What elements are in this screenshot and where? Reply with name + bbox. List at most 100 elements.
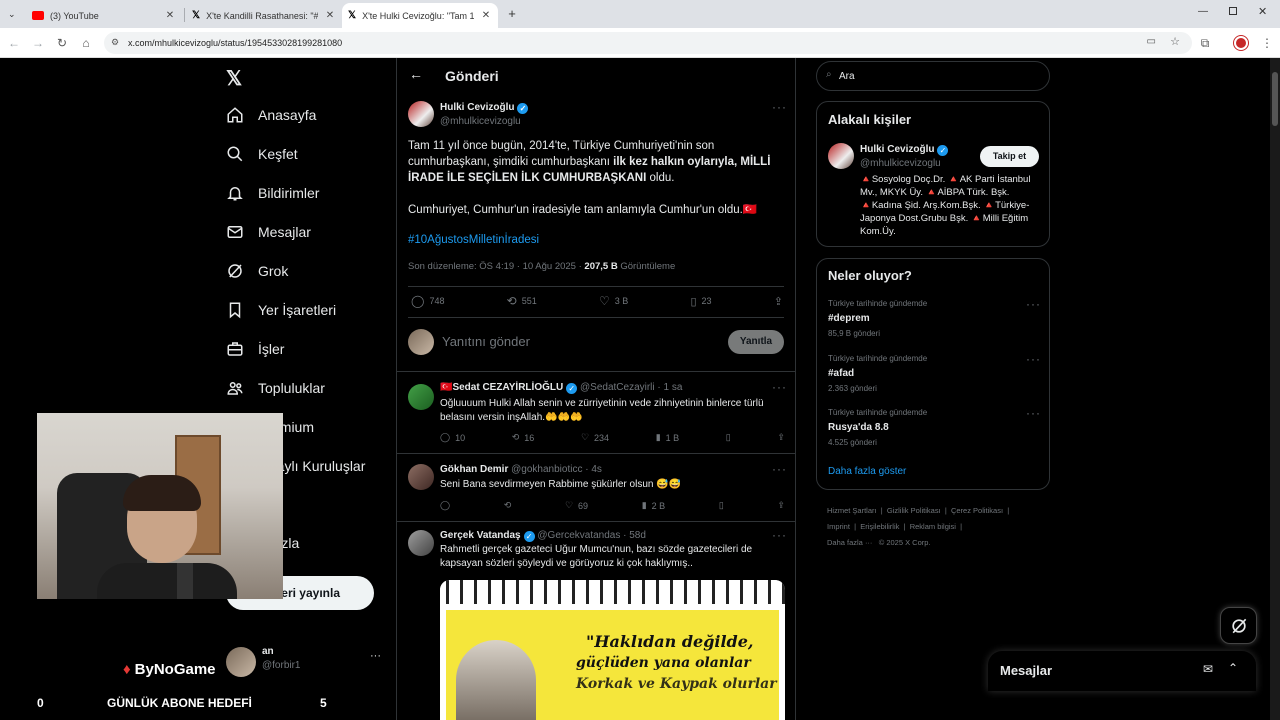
share-button[interactable]: ⇪ <box>774 295 783 308</box>
trend-item[interactable]: Türkiye tarihinde gündemde Rusya'da 8.8 … <box>828 408 927 447</box>
sidebar-item-explore[interactable]: Keşfet <box>226 139 298 169</box>
profile-avatar[interactable] <box>1234 36 1248 50</box>
avatar[interactable] <box>408 101 434 127</box>
sidebar-item-jobs[interactable]: İşler <box>226 334 284 364</box>
reply-handle[interactable]: @SedatCezayirli <box>580 382 655 393</box>
back-arrow-icon[interactable]: ← <box>409 66 423 82</box>
close-tab-icon[interactable]: ✕ <box>324 10 336 21</box>
more-dots-icon[interactable]: ··· <box>772 528 787 542</box>
reply-image[interactable]: "Haklıdan değilde, güçlüden yana olanlar… <box>440 580 785 720</box>
reply-button[interactable]: ◯ 10 <box>440 432 465 443</box>
avatar[interactable] <box>408 530 434 556</box>
bookmark-button[interactable]: ▯ <box>719 500 724 511</box>
avatar[interactable] <box>828 143 854 169</box>
bookmark-star-icon[interactable]: ☆ <box>1170 35 1180 48</box>
reply-handle[interactable]: @gokhanbioticc <box>511 464 582 475</box>
post-handle[interactable]: @mhulkicevizoglu <box>440 116 521 127</box>
scrollbar-thumb[interactable] <box>1272 72 1278 126</box>
footer-link[interactable]: Gizlilik Politikası <box>887 506 941 515</box>
close-tab-icon[interactable]: ✕ <box>164 10 176 21</box>
install-app-icon[interactable]: ▭ <box>1147 36 1156 47</box>
tab-hulki-post[interactable]: 𝕏 X'te Hulki Cevizoğlu: "Tam 11 yıl ✕ <box>342 3 498 28</box>
more-dots-icon[interactable]: ··· <box>1026 297 1041 311</box>
footer-link[interactable]: Erişilebilirlik <box>860 522 899 531</box>
share-button[interactable]: ⇪ <box>777 432 785 443</box>
maximize-button[interactable] <box>1229 7 1237 15</box>
avatar[interactable] <box>408 464 434 490</box>
reply-time[interactable]: · 4s <box>585 464 602 475</box>
reply-time[interactable]: · 1 sa <box>657 382 682 393</box>
sidebar-item-messages[interactable]: Mesajlar <box>226 217 311 247</box>
reply-button[interactable]: ◯ 748 <box>411 294 444 308</box>
repost-button[interactable]: ⟲ <box>504 500 512 511</box>
sidebar-item-notifications[interactable]: Bildirimler <box>226 178 319 208</box>
reply-author[interactable]: Gerçek Vatandaş <box>440 530 521 541</box>
reply-author[interactable]: Gökhan Demir <box>440 464 508 475</box>
more-dots-icon[interactable]: ··· <box>772 462 787 476</box>
sidebar-item-bookmarks[interactable]: Yer İşaretleri <box>226 295 336 325</box>
footer-link[interactable]: Imprint <box>827 522 850 531</box>
sidebar-item-communities[interactable]: Topluluklar <box>226 373 325 403</box>
close-window-button[interactable]: ✕ <box>1258 5 1267 18</box>
reply-item[interactable]: Gökhan Demir @gokhanbioticc · 4s ··· Sen… <box>397 453 795 521</box>
address-bar[interactable]: ⚙ x.com/mhulkicevizoglu/status/195453302… <box>104 32 1192 54</box>
page-scrollbar[interactable] <box>1270 58 1280 720</box>
like-button[interactable]: ♡ 3 B <box>599 294 628 308</box>
footer-link[interactable]: Daha fazla ··· <box>827 538 872 547</box>
hashtag-link[interactable]: #10AğustosMilletinİradesi <box>408 234 539 246</box>
sidebar-item-home[interactable]: Anasayfa <box>226 100 316 130</box>
messages-dock[interactable]: Mesajlar ✉ ⌃ <box>988 651 1256 691</box>
sidebar-item-grok[interactable]: Grok <box>226 256 288 286</box>
repost-button[interactable]: ⟲ 16 <box>512 432 535 443</box>
forward-icon[interactable]: → <box>30 35 46 51</box>
more-dots-icon[interactable]: ··· <box>1026 406 1041 420</box>
reply-submit-button[interactable]: Yanıtla <box>728 330 784 354</box>
trend-item[interactable]: Türkiye tarihinde gündemde #deprem 85,9 … <box>828 299 927 338</box>
related-name[interactable]: Hulki Cevizoğlu <box>860 144 934 155</box>
new-tab-button[interactable]: + <box>503 5 521 23</box>
reload-icon[interactable]: ↻ <box>54 35 70 51</box>
new-message-icon[interactable]: ✉ <box>1203 662 1213 676</box>
reply-handle[interactable]: @Gercekvatandas <box>537 530 620 541</box>
tab-kandilli[interactable]: 𝕏 X'te Kandilli Rasathanesi: "#DEPREM ✕ <box>186 3 342 28</box>
reply-time[interactable]: · 58d <box>623 530 646 541</box>
tab-list-dropdown-icon[interactable]: ⌄ <box>8 9 16 20</box>
minimize-button[interactable]: — <box>1198 6 1208 17</box>
follow-button[interactable]: Takip et <box>980 146 1039 167</box>
like-button[interactable]: ♡ 234 <box>581 432 609 443</box>
bookmark-button[interactable]: ▯ <box>726 432 731 443</box>
reply-author[interactable]: 🇹🇷Sedat CEZAYİRLİOĞLU <box>440 382 563 393</box>
show-more-link[interactable]: Daha fazla göster <box>828 466 906 477</box>
more-dots-icon[interactable]: ··· <box>370 650 381 662</box>
more-dots-icon[interactable]: ··· <box>772 100 787 114</box>
bookmark-button[interactable]: ▯ 23 <box>690 295 711 308</box>
grok-floating-button[interactable] <box>1220 607 1257 644</box>
post-author[interactable]: Hulki Cevizoğlu ✓ <box>440 102 529 114</box>
views-button[interactable]: ▮ 1 B <box>656 432 679 443</box>
reply-button[interactable]: ◯ <box>440 500 450 511</box>
repost-button[interactable]: ⟲ 551 <box>507 294 537 308</box>
avatar[interactable] <box>408 384 434 410</box>
footer-link[interactable]: Reklam bilgisi <box>910 522 956 531</box>
account-switcher[interactable]: an @forbir1 ··· <box>222 640 392 684</box>
like-button[interactable]: ♡ 69 <box>565 500 588 511</box>
views-button[interactable]: ▮ 2 B <box>642 500 665 511</box>
reply-input[interactable]: Yanıtını gönder <box>442 334 530 349</box>
trend-item[interactable]: Türkiye tarihinde gündemde #afad 2.363 g… <box>828 354 927 393</box>
expand-icon[interactable]: ⌃ <box>1228 661 1238 675</box>
back-icon[interactable]: ← <box>6 35 22 51</box>
close-tab-icon[interactable]: ✕ <box>480 10 492 21</box>
tab-youtube[interactable]: (3) YouTube ✕ <box>26 3 182 28</box>
footer-link[interactable]: Çerez Politikası <box>951 506 1003 515</box>
footer-link[interactable]: Hizmet Şartları <box>827 506 877 515</box>
site-info-icon[interactable]: ⚙ <box>111 37 119 48</box>
browser-menu-icon[interactable]: ⋮ <box>1259 35 1275 51</box>
x-logo-icon[interactable]: 𝕏 <box>226 66 242 91</box>
reply-item[interactable]: 🇹🇷Sedat CEZAYİRLİOĞLU ✓ @SedatCezayirli ·… <box>397 371 795 453</box>
related-handle[interactable]: @mhulkicevizoglu <box>860 158 941 169</box>
search-input[interactable]: ⌕ Ara <box>816 61 1050 91</box>
reply-item[interactable]: Gerçek Vatandaş ✓ @Gercekvatandas · 58d ·… <box>397 521 795 720</box>
more-dots-icon[interactable]: ··· <box>772 380 787 394</box>
share-button[interactable]: ⇪ <box>777 500 785 511</box>
home-button-icon[interactable]: ⌂ <box>78 35 94 51</box>
